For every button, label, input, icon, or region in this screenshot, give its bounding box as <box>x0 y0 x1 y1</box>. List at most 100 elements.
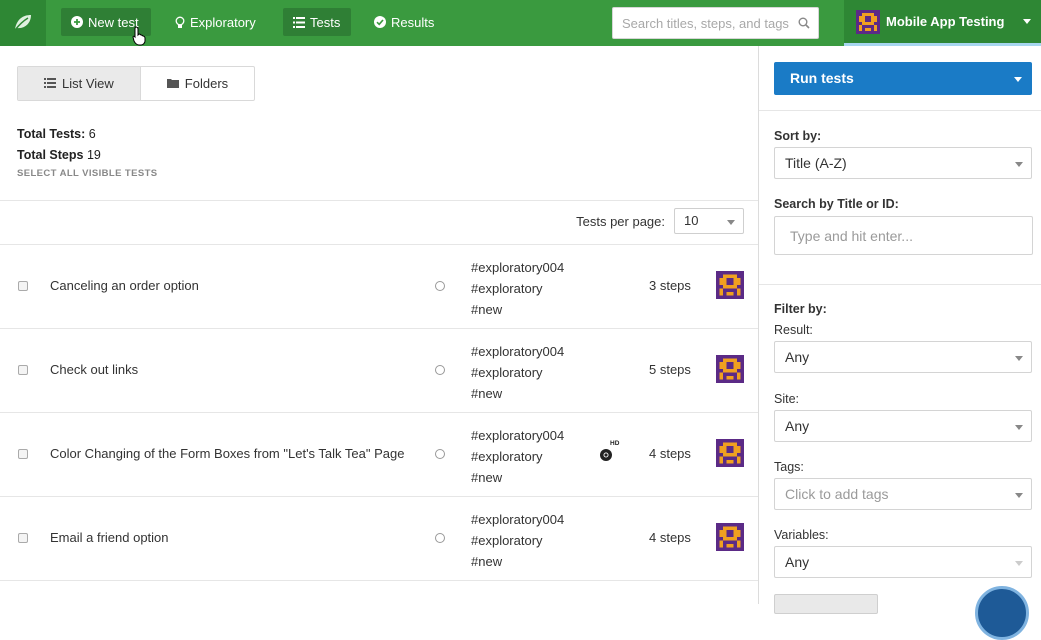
tests-label: Tests <box>310 14 341 30</box>
chat-widget-button[interactable] <box>975 586 1029 640</box>
tag-label[interactable]: #exploratory <box>471 278 564 299</box>
step-count: 4 steps <box>649 446 691 461</box>
table-row[interactable]: Check out links #exploratory004 #explorato… <box>0 329 758 413</box>
folders-label: Folders <box>184 76 229 91</box>
per-page-value: 10 <box>684 213 699 228</box>
tag-label[interactable]: #exploratory004 <box>471 257 564 278</box>
exploratory-label: Exploratory <box>190 14 256 30</box>
clear-filters-button[interactable] <box>774 594 878 614</box>
run-tests-button[interactable]: Run tests <box>774 62 1032 95</box>
site-value: Any <box>785 418 810 434</box>
search-by-title-input[interactable] <box>775 217 1025 254</box>
test-title[interactable]: Email a friend option <box>50 530 169 545</box>
chevron-down-icon <box>1015 356 1023 361</box>
view-toggle: List View Folders <box>17 66 256 101</box>
lightbulb-icon <box>175 16 185 29</box>
results-label: Results <box>391 14 435 30</box>
per-page-control: Tests per page: 10 <box>576 208 744 234</box>
tag-label[interactable]: #new <box>471 467 564 488</box>
filter-sidebar: Run tests Sort by: Title (A-Z) Search by… <box>758 46 1041 614</box>
tag-label[interactable]: #exploratory004 <box>471 341 564 362</box>
variables-select[interactable]: Any <box>774 546 1032 578</box>
result-select[interactable]: Any <box>774 341 1032 373</box>
main-content: List View Folders Total Tests: 6 Total S… <box>0 46 758 604</box>
row-checkbox[interactable] <box>18 533 28 543</box>
tag-label[interactable]: #new <box>471 383 564 404</box>
result-value: Any <box>785 349 810 365</box>
row-checkbox[interactable] <box>18 365 28 375</box>
tag-label[interactable]: #new <box>471 551 564 572</box>
status-radio[interactable] <box>435 281 445 291</box>
site-select[interactable]: Any <box>774 410 1032 442</box>
tag-label[interactable]: #exploratory004 <box>471 425 564 446</box>
chevron-down-icon <box>1015 425 1023 430</box>
divider <box>759 110 1041 111</box>
filter-by-label: Filter by: <box>774 302 827 316</box>
test-title[interactable]: Canceling an order option <box>50 278 199 293</box>
project-switcher[interactable]: Mobile App Testing <box>844 0 1041 46</box>
tags-select[interactable]: Click to add tags <box>774 478 1032 510</box>
table-row[interactable]: Color Changing of the Form Boxes from "L… <box>0 413 758 497</box>
project-avatar <box>856 10 880 37</box>
step-count: 5 steps <box>649 362 691 377</box>
total-tests-value: 6 <box>88 127 96 141</box>
exploratory-nav[interactable]: Exploratory <box>165 8 266 36</box>
select-all-link[interactable]: SELECT ALL VISIBLE TESTS <box>17 168 158 179</box>
browser-hd-badge: HD <box>610 440 620 447</box>
status-radio[interactable] <box>435 365 445 375</box>
table-row[interactable]: Email a friend option #exploratory004 #exp… <box>0 497 758 581</box>
table-row[interactable]: Canceling an order option #exploratory004… <box>0 245 758 329</box>
folder-icon <box>166 76 179 91</box>
chrome-icon: HD <box>598 440 622 466</box>
status-radio[interactable] <box>435 533 445 543</box>
per-page-select[interactable]: 10 <box>674 208 744 234</box>
author-avatar <box>716 355 744 386</box>
run-tests-label: Run tests <box>790 70 854 86</box>
author-avatar <box>716 271 744 302</box>
project-name: Mobile App Testing <box>886 14 1005 29</box>
tag-label[interactable]: #exploratory <box>471 530 564 551</box>
list-icon <box>293 16 305 28</box>
result-label: Result: <box>774 323 813 337</box>
top-navbar: New test Exploratory Tests Results Mobil… <box>0 0 1041 46</box>
search-icon[interactable] <box>798 17 810 32</box>
chevron-down-icon <box>1015 162 1023 167</box>
divider <box>759 284 1041 285</box>
list-view-button[interactable]: List View <box>18 67 141 100</box>
app-logo[interactable] <box>0 0 46 46</box>
sort-by-select[interactable]: Title (A-Z) <box>774 147 1032 179</box>
chevron-down-icon <box>727 220 735 225</box>
results-nav[interactable]: Results <box>364 8 444 36</box>
tag-label[interactable]: #new <box>471 299 564 320</box>
list-icon <box>44 76 56 91</box>
folders-button[interactable]: Folders <box>141 67 254 100</box>
row-checkbox[interactable] <box>18 449 28 459</box>
tag-label[interactable]: #exploratory <box>471 446 564 467</box>
test-title[interactable]: Check out links <box>50 362 138 377</box>
search-by-title-field <box>774 216 1033 255</box>
mouse-pointer-icon <box>132 26 146 49</box>
test-tags: #exploratory004 #exploratory #new <box>471 257 564 320</box>
status-radio[interactable] <box>435 449 445 459</box>
author-avatar <box>716 439 744 470</box>
global-search-input[interactable] <box>613 8 793 38</box>
chevron-down-icon[interactable] <box>1014 77 1022 82</box>
variables-label: Variables: <box>774 528 829 542</box>
total-tests-label: Total Tests: <box>17 127 86 141</box>
chevron-down-icon <box>1023 19 1031 24</box>
tags-label: Tags: <box>774 460 804 474</box>
global-search <box>612 7 819 39</box>
tag-label[interactable]: #exploratory004 <box>471 509 564 530</box>
step-count: 4 steps <box>649 530 691 545</box>
tag-label[interactable]: #exploratory <box>471 362 564 383</box>
plus-circle-icon <box>71 16 83 28</box>
sort-by-label: Sort by: <box>774 129 822 143</box>
test-title[interactable]: Color Changing of the Form Boxes from "L… <box>50 446 404 461</box>
step-count: 3 steps <box>649 278 691 293</box>
chevron-down-icon <box>1015 493 1023 498</box>
total-steps-label: Total Steps <box>17 148 84 162</box>
tests-nav[interactable]: Tests <box>283 8 351 36</box>
author-avatar <box>716 523 744 554</box>
new-test-label: New test <box>88 14 139 30</box>
row-checkbox[interactable] <box>18 281 28 291</box>
